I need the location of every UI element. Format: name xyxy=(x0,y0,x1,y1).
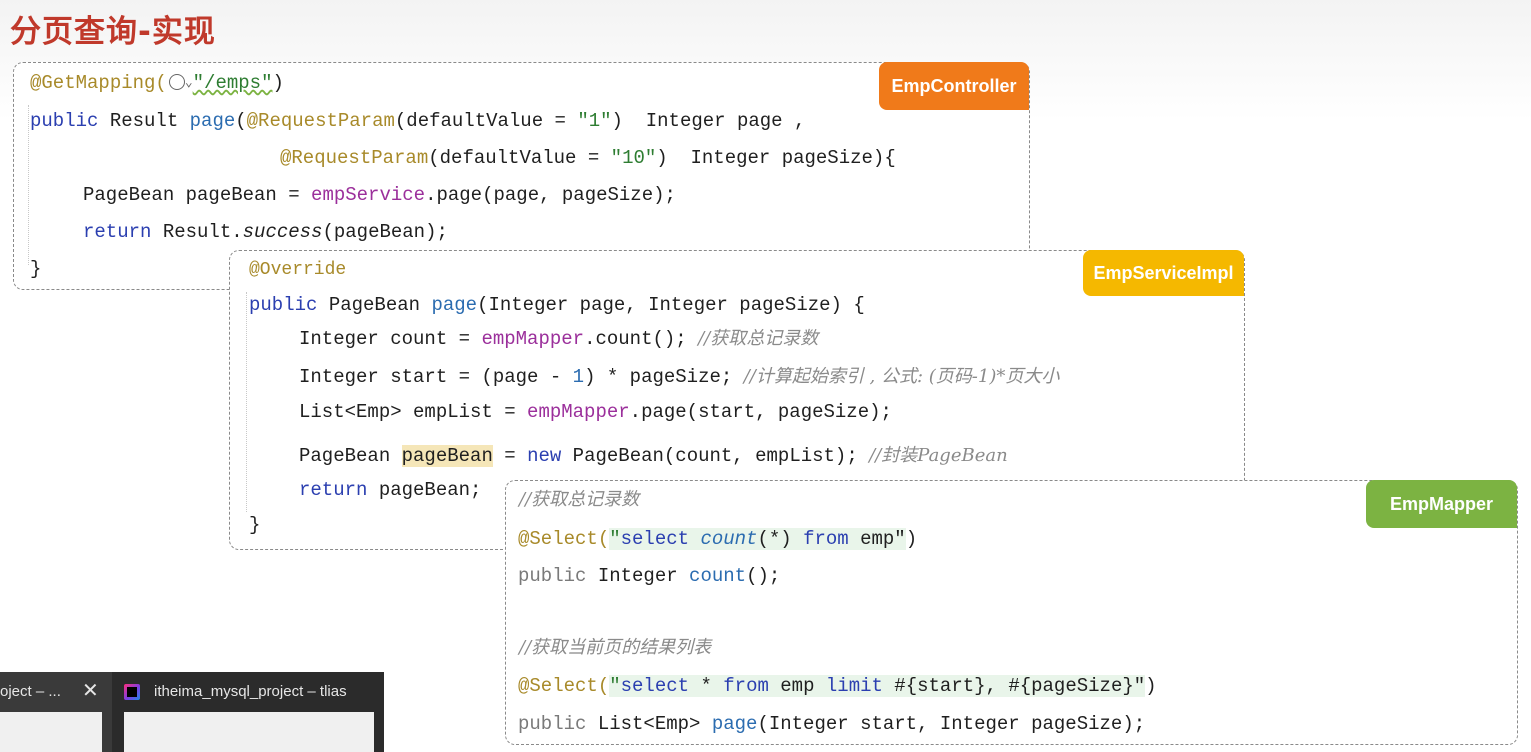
service-line-2: public PageBean page(Integer page, Integ… xyxy=(249,294,865,316)
service-line-1: @Override xyxy=(249,260,347,280)
service-line-7: return pageBean; xyxy=(299,479,482,501)
service-line-4: Integer start = (page - 1) * pageSize; /… xyxy=(299,366,1060,388)
window-thumbnail xyxy=(124,712,374,752)
taskbar-item-project[interactable]: oject – ... ✕ xyxy=(0,672,112,752)
service-line-8: } xyxy=(249,514,261,536)
controller-line-2: public Result page(@RequestParam(default… xyxy=(30,110,806,132)
service-line-6: PageBean pageBean = new PageBean(count, … xyxy=(299,445,1008,467)
globe-icon[interactable] xyxy=(168,74,185,90)
highlighted-variable: pageBean xyxy=(401,445,493,467)
controller-line-6: } xyxy=(30,258,42,280)
controller-line-5: return Result.success(pageBean); xyxy=(83,221,448,243)
mapper-line-2: @Select("select count(*) from emp") xyxy=(518,528,918,550)
intellij-app-icon xyxy=(124,684,140,700)
chevron-down-icon[interactable]: ⌄ xyxy=(185,75,193,90)
service-line-3: Integer count = empMapper.count(); //获取总… xyxy=(299,328,819,350)
service-line-5: List<Emp> empList = empMapper.page(start… xyxy=(299,401,892,423)
taskbar-item-tlias[interactable]: itheima_mysql_project – tlias xyxy=(114,672,384,752)
controller-line-3: @RequestParam(defaultValue = "10") Integ… xyxy=(280,147,896,169)
mapper-line-6: public List<Emp> page(Integer start, Int… xyxy=(518,713,1146,735)
controller-tag: EmpController xyxy=(879,62,1029,110)
service-tag: EmpServiceImpl xyxy=(1083,250,1244,296)
controller-line-1: @GetMapping(⌄"/emps") xyxy=(30,72,284,94)
mapper-line-4: //获取当前页的结果列表 xyxy=(519,637,712,658)
mapper-line-3: public Integer count(); xyxy=(518,565,781,587)
mapper-line-1: //获取总记录数 xyxy=(519,489,640,510)
mapper-tag: EmpMapper xyxy=(1366,480,1517,528)
controller-line-4: PageBean pageBean = empService.page(page… xyxy=(83,184,676,206)
taskbar-preview: oject – ... ✕ itheima_mysql_project – tl… xyxy=(0,672,384,752)
close-icon[interactable]: ✕ xyxy=(82,678,99,703)
mapper-line-5: @Select("select * from emp limit #{start… xyxy=(518,675,1157,697)
slide-title: 分页查询-实现 xyxy=(10,14,216,50)
window-thumbnail xyxy=(0,712,102,752)
